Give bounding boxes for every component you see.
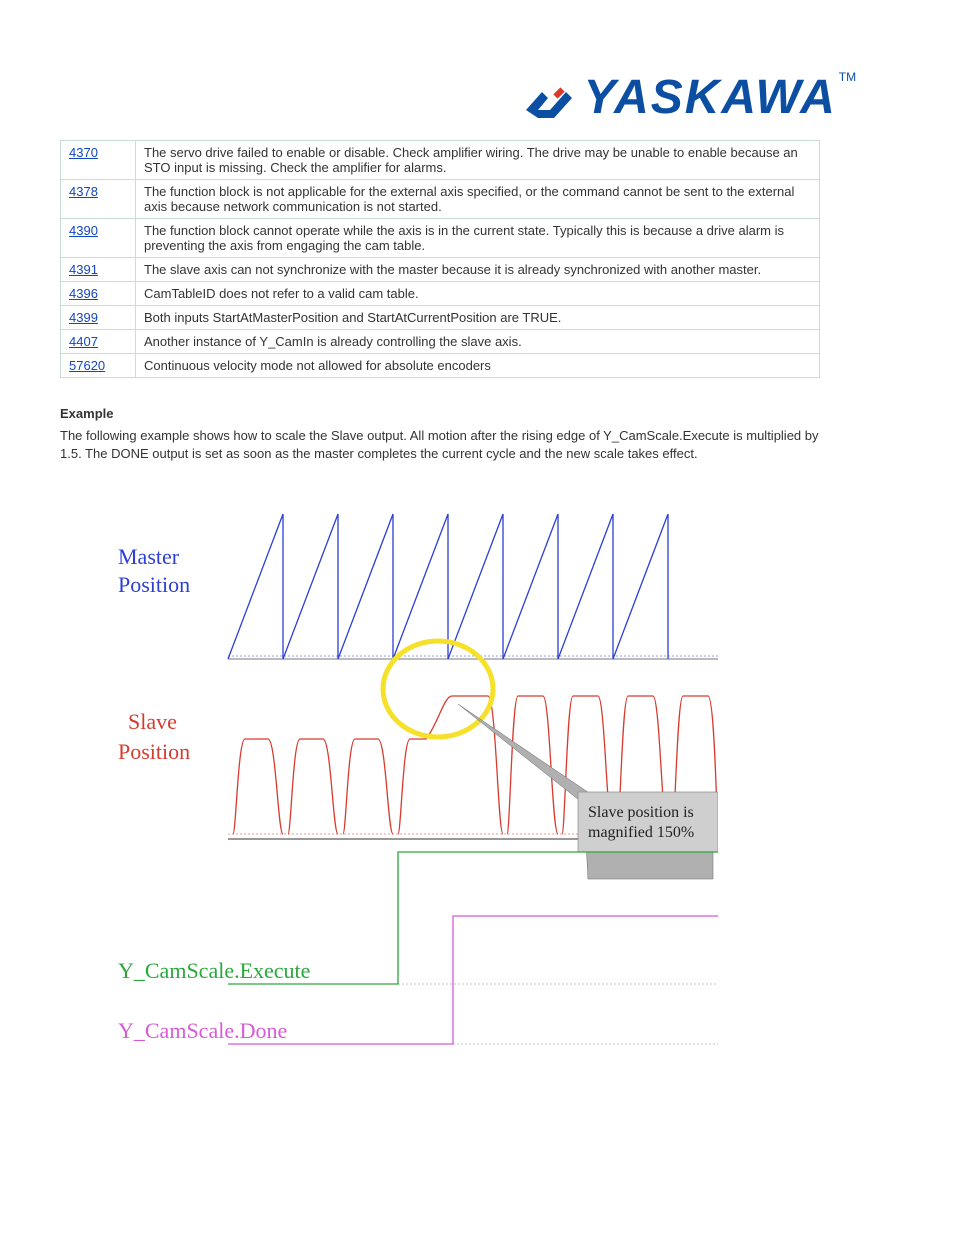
table-row: 4407 Another instance of Y_CamIn is alre… [61, 330, 820, 354]
error-desc: The function block cannot operate while … [136, 219, 820, 258]
logo-mark-icon [524, 86, 574, 133]
error-code-link[interactable]: 57620 [69, 358, 105, 373]
table-row: 4390 The function block cannot operate w… [61, 219, 820, 258]
error-code-link[interactable]: 4390 [69, 223, 98, 238]
table-row: 4370 The servo drive failed to enable or… [61, 141, 820, 180]
error-desc: The slave axis can not synchronize with … [136, 258, 820, 282]
timing-diagram: Master Position Slav [118, 484, 894, 1107]
error-code-link[interactable]: 4407 [69, 334, 98, 349]
table-row: 4399 Both inputs StartAtMasterPosition a… [61, 306, 820, 330]
error-desc: The servo drive failed to enable or disa… [136, 141, 820, 180]
table-row: 57620 Continuous velocity mode not allow… [61, 354, 820, 378]
error-desc: The function block is not applicable for… [136, 180, 820, 219]
timing-diagram-svg: Master Position Slav [118, 484, 718, 1104]
slave-label-line1: Slave [128, 709, 177, 734]
brand-name: YASKAWA [584, 71, 837, 124]
done-label: Y_CamScale.Done [118, 1018, 287, 1043]
error-code-table: 4370 The servo drive failed to enable or… [60, 140, 820, 378]
error-desc: Another instance of Y_CamIn is already c… [136, 330, 820, 354]
master-label-line2: Position [118, 572, 190, 597]
error-desc: CamTableID does not refer to a valid cam… [136, 282, 820, 306]
example-text: The following example shows how to scale… [60, 427, 820, 462]
error-desc: Continuous velocity mode not allowed for… [136, 354, 820, 378]
brand-logo: YASKAWATM [524, 70, 884, 130]
master-label-line1: Master [118, 544, 180, 569]
slave-plot: Slave Position [118, 641, 718, 879]
error-code-link[interactable]: 4378 [69, 184, 98, 199]
highlight-circle-icon [383, 641, 493, 737]
error-code-link[interactable]: 4396 [69, 286, 98, 301]
error-code-link[interactable]: 4399 [69, 310, 98, 325]
example-heading: Example [60, 406, 894, 421]
error-code-link[interactable]: 4391 [69, 262, 98, 277]
master-plot: Master Position [118, 514, 718, 659]
trademark: TM [839, 70, 856, 84]
callout-text-line1: Slave position is [588, 804, 694, 821]
slave-label-line2: Position [118, 739, 190, 764]
table-row: 4378 The function block is not applicabl… [61, 180, 820, 219]
error-code-link[interactable]: 4370 [69, 145, 98, 160]
callout-text-line2: magnified 150% [588, 824, 694, 841]
table-row: 4396 CamTableID does not refer to a vali… [61, 282, 820, 306]
error-desc: Both inputs StartAtMasterPosition and St… [136, 306, 820, 330]
table-row: 4391 The slave axis can not synchronize … [61, 258, 820, 282]
execute-label: Y_CamScale.Execute [118, 958, 310, 983]
